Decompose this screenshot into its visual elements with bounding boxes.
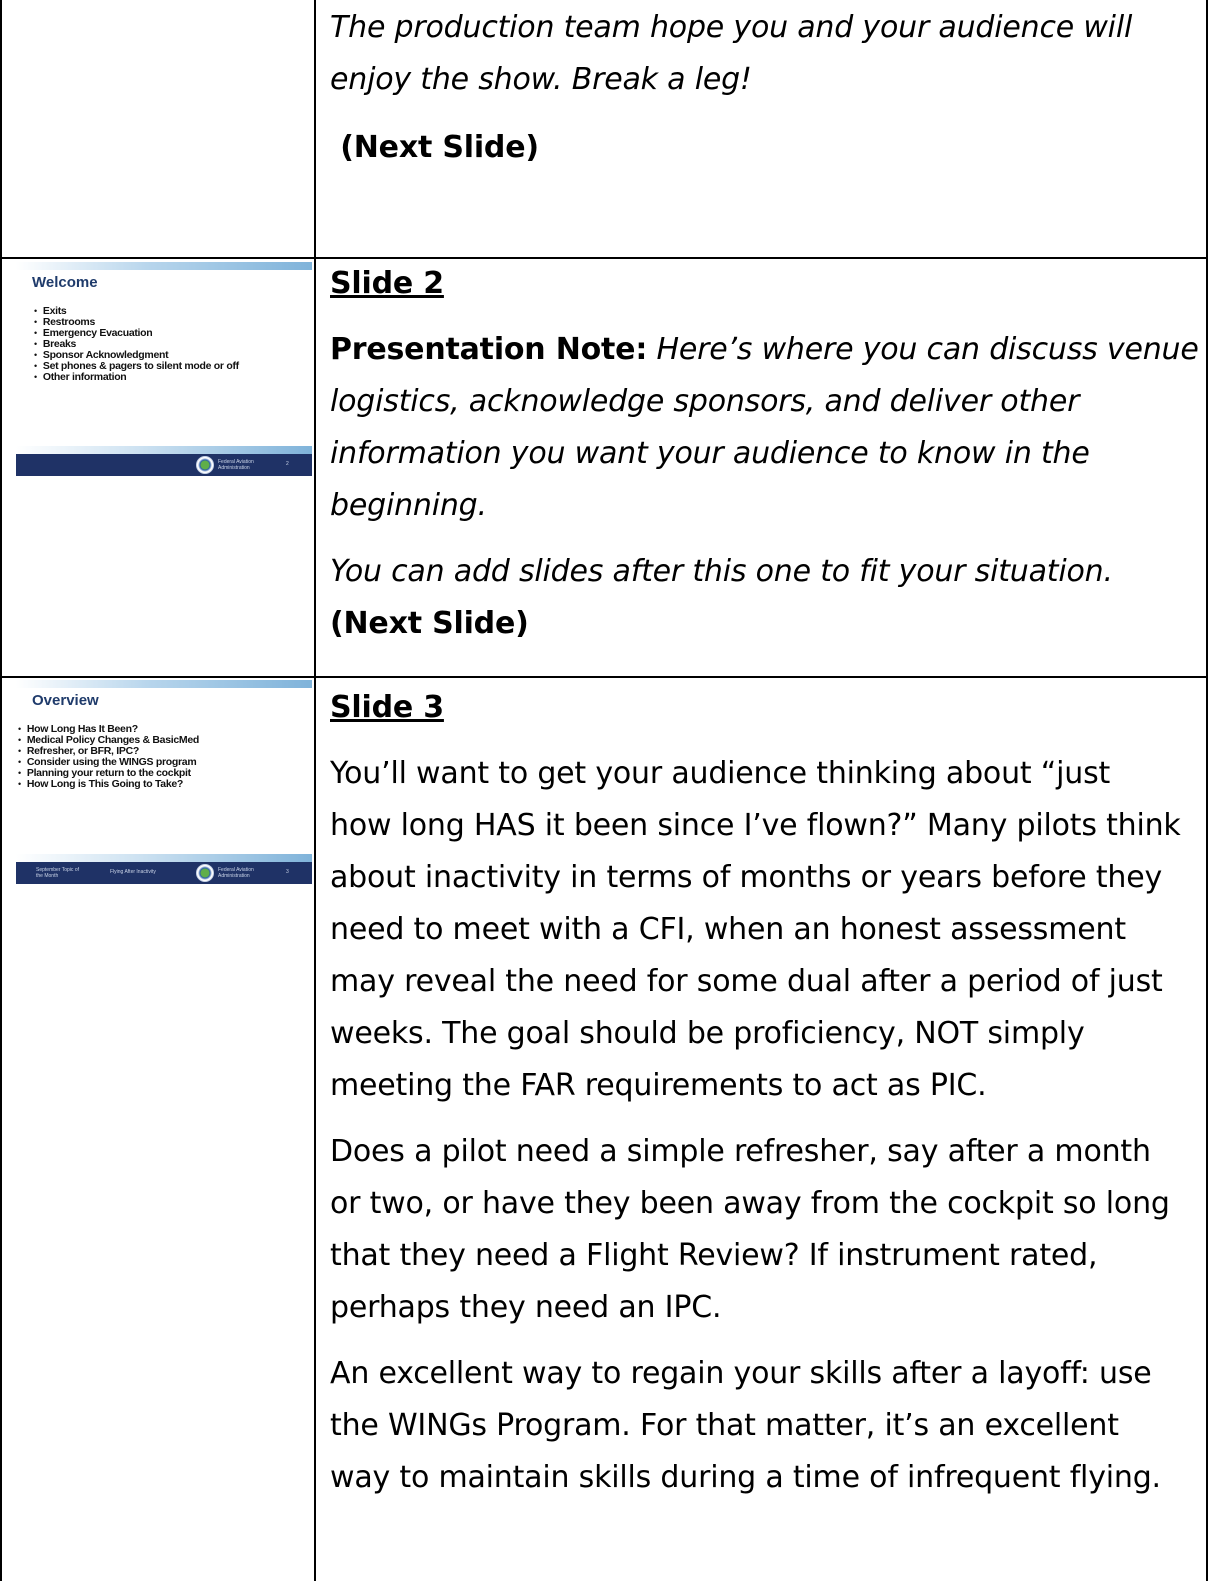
row1-line1: The production team hope you and your au… [330,10,1133,45]
slide2-note-line3: information you want your audience to kn… [330,436,1090,471]
text-line: You’ll want to get your audience thinkin… [330,756,1111,791]
row2-notes: Slide 2 Presentation Note: Here’s where … [330,258,1208,650]
thumb-footer-org: Federal Aviation Administration [218,867,254,879]
slide3-thumb-bullets: How Long Has It Been? Medical Policy Cha… [18,724,199,790]
slide2-next-slide: (Next Slide) [330,606,529,641]
text-line: Does a pilot need a simple refresher, sa… [330,1134,1151,1169]
text-line: weeks. The goal should be proficiency, N… [330,1016,1085,1051]
faa-seal-icon [196,864,214,882]
row1-notes: The production team hope you and your au… [330,2,1208,174]
thumb-page-number: 3 [286,869,289,875]
slide3-thumbnail: Overview How Long Has It Been? Medical P… [16,680,312,895]
note-text: Here’s where you can discuss venue [647,332,1199,367]
slide2-add-slides: You can add slides after this one to fit… [330,554,1113,589]
text-line: or two, or have they been away from the … [330,1186,1170,1221]
text-line: An excellent way to regain your skills a… [330,1356,1152,1391]
text-line: that they need a Flight Review? If instr… [330,1238,1098,1273]
thumb-footer-band [16,854,312,862]
text-line: need to meet with a CFI, when an honest … [330,912,1126,947]
thumb-footer: September Topic of the Month Flying Afte… [16,862,312,884]
row1-line2: enjoy the show. Break a leg! [330,62,752,97]
thumb-page-number: 2 [286,461,289,467]
thumb-top-band [16,680,312,688]
thumb-footer-left: September Topic of the Month [36,867,79,879]
slide2-thumb-title: Welcome [32,274,98,291]
thumb-footer-org: Federal Aviation Administration [218,459,254,471]
slide2-note-line4: beginning. [330,488,487,523]
thumb-footer-mid: Flying After Inactivity [110,869,156,875]
slide2-thumb-bullets: Exits Restrooms Emergency Evacuation Bre… [34,306,239,383]
row1-next-slide: (Next Slide) [330,122,1208,174]
row-divider-2 [0,676,1208,678]
text-line: may reveal the need for some dual after … [330,964,1163,999]
thumb-footer: Federal Aviation Administration 2 [16,454,312,476]
text-line: how long HAS it been since I’ve flown?” … [330,808,1181,843]
thumb-footer-band [16,446,312,454]
note-label: Presentation Note: [330,332,648,367]
row3-notes: Slide 3 You’ll want to get your audience… [330,682,1208,1504]
slide2-thumbnail: Welcome Exits Restrooms Emergency Evacua… [16,262,312,484]
text-line: way to maintain skills during a time of … [330,1460,1161,1495]
bullet: Other information [34,372,239,383]
text-line: about inactivity in terms of months or y… [330,860,1163,895]
bullet: How Long is This Going to Take? [18,779,199,790]
slide2-heading: Slide 2 [330,266,444,301]
notes-table: The production team hope you and your au… [0,0,1218,1581]
text-line: the WINGs Program. For that matter, it’s… [330,1408,1119,1443]
slide3-paragraph-3: An excellent way to regain your skills a… [330,1348,1208,1504]
slide2-note-line1: Presentation Note: Here’s where you can … [330,324,1208,376]
slide3-paragraph-2: Does a pilot need a simple refresher, sa… [330,1126,1208,1334]
row1-next-text: (Next Slide) [340,130,539,165]
slide2-note-line2: logistics, acknowledge sponsors, and del… [330,384,1080,419]
slide3-heading: Slide 3 [330,690,444,725]
slide3-thumb-title: Overview [32,692,99,709]
column-divider [314,0,316,1581]
table-border-left [0,0,2,1581]
slide3-paragraph-1: You’ll want to get your audience thinkin… [330,748,1208,1112]
text-line: perhaps they need an IPC. [330,1290,722,1325]
thumb-top-band [16,262,312,270]
text-line: meeting the FAR requirements to act as P… [330,1068,987,1103]
faa-seal-icon [196,456,214,474]
